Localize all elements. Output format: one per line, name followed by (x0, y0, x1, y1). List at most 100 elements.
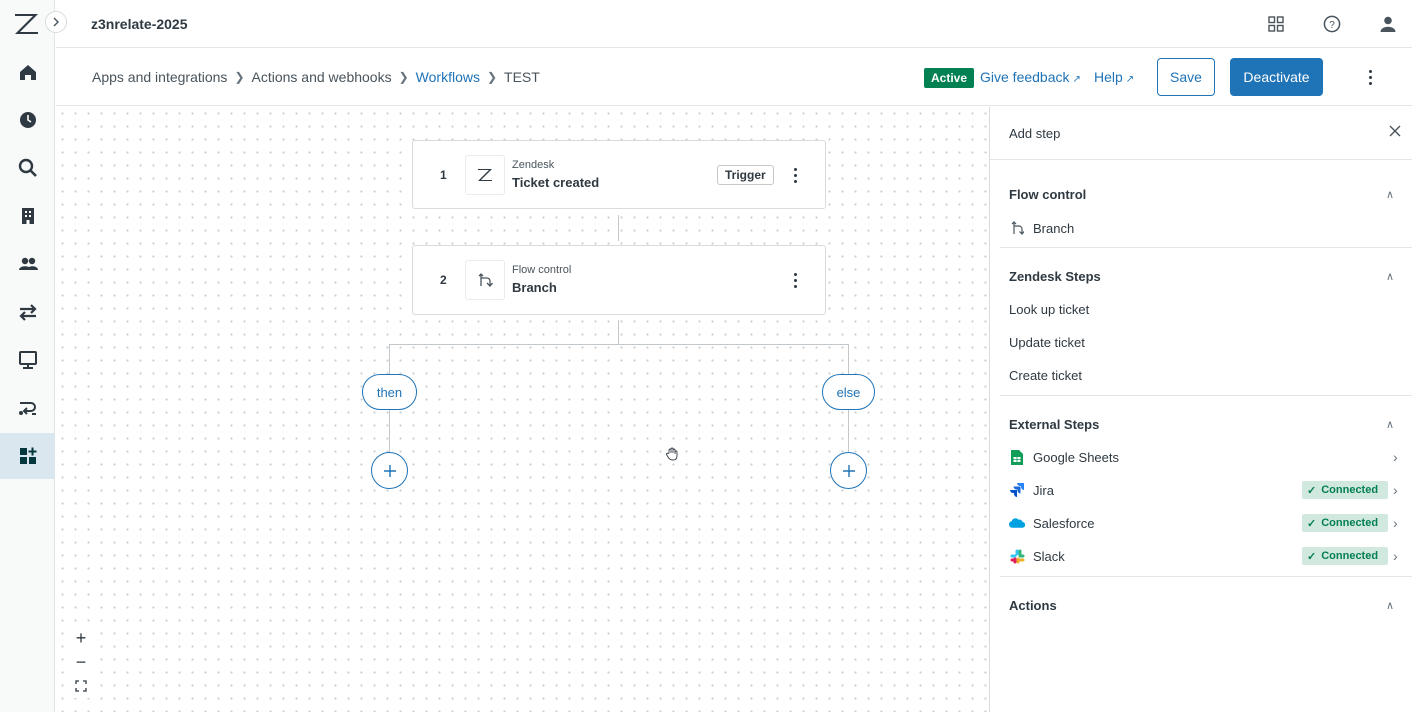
add-step-panel: Add step Flow control ∧ Branch Zendesk S… (989, 107, 1412, 712)
panel-item-label: Salesforce (1033, 515, 1095, 531)
chevron-right-icon[interactable]: › (1393, 449, 1398, 465)
chevron-right-icon: ❯ (398, 70, 409, 84)
chevron-right-icon[interactable]: › (1393, 548, 1398, 564)
nav-apps[interactable] (0, 433, 55, 479)
chevron-right-icon (53, 17, 59, 27)
svg-text:?: ? (1329, 20, 1335, 31)
chevron-up-icon[interactable]: ∧ (1386, 270, 1394, 283)
arrows-swap-icon (18, 304, 37, 321)
jira-icon (1009, 482, 1025, 498)
zoom-in-button[interactable]: + (68, 626, 94, 650)
step-title: Branch (512, 280, 557, 295)
step-subtitle: Zendesk (512, 159, 555, 171)
panel-item-look-up-ticket[interactable]: Look up ticket (1009, 302, 1089, 317)
step-subtitle: Flow control (512, 264, 572, 276)
home-icon (19, 65, 36, 80)
apps-add-icon (19, 447, 36, 464)
section-flow-control[interactable]: Flow control (1009, 187, 1086, 202)
more-options-button[interactable] (1361, 67, 1379, 87)
nav-home[interactable] (0, 49, 55, 95)
step-card-trigger[interactable]: 1 Zendesk Ticket created Trigger (412, 140, 826, 209)
chevron-right-icon[interactable]: › (1393, 515, 1398, 531)
zendesk-icon (465, 155, 505, 195)
workflow-header: Apps and integrations ❯ Actions and webh… (56, 49, 1412, 106)
profile-button[interactable] (1377, 13, 1399, 35)
products-button[interactable] (1265, 13, 1287, 35)
chevron-right-icon: ❯ (234, 70, 245, 84)
close-panel-button[interactable] (1389, 124, 1401, 142)
branch-icon (465, 260, 505, 300)
deactivate-button[interactable]: Deactivate (1230, 58, 1323, 96)
connected-badge: ✓ Connected (1302, 547, 1388, 565)
add-step-then-button[interactable] (371, 452, 408, 489)
connected-badge: ✓ Connected (1302, 481, 1388, 499)
help-link[interactable]: Help ↗ (1094, 69, 1134, 85)
status-badge: Active (924, 68, 975, 88)
step-options-button[interactable] (787, 270, 803, 290)
chevron-right-icon[interactable]: › (1393, 482, 1398, 498)
panel-item-google-sheets[interactable]: Google Sheets (1009, 449, 1119, 465)
save-button[interactable]: Save (1157, 58, 1215, 96)
panel-item-create-ticket[interactable]: Create ticket (1009, 368, 1082, 383)
salesforce-icon (1009, 515, 1025, 531)
chevron-up-icon[interactable]: ∧ (1386, 188, 1394, 201)
plus-icon (842, 464, 855, 477)
breadcrumb-apps-integrations[interactable]: Apps and integrations (92, 69, 227, 85)
nav-routing[interactable] (0, 385, 55, 431)
panel-item-label: Slack (1033, 548, 1065, 564)
search-icon (18, 158, 37, 177)
breadcrumb-workflows[interactable]: Workflows (416, 69, 480, 85)
panel-item-label: Google Sheets (1033, 449, 1120, 465)
left-nav (0, 0, 67, 712)
workflow-canvas[interactable]: 1 Zendesk Ticket created Trigger 2 Flow … (56, 107, 989, 712)
connected-label: Connected (1321, 550, 1379, 562)
nav-workspace[interactable] (0, 337, 55, 383)
step-number: 1 (440, 168, 447, 182)
help-center-button[interactable]: ? (1321, 13, 1343, 35)
add-step-else-button[interactable] (830, 452, 867, 489)
user-icon (1380, 16, 1396, 32)
connector-line (389, 410, 390, 453)
plus-icon (383, 464, 396, 477)
people-icon (18, 257, 38, 270)
branch-then-label[interactable]: then (362, 374, 417, 410)
external-link-icon: ↗ (1072, 74, 1081, 85)
fit-view-button[interactable] (68, 674, 94, 698)
panel-item-update-ticket[interactable]: Update ticket (1009, 335, 1085, 350)
nav-transfers[interactable] (0, 289, 55, 335)
connected-badge: ✓ Connected (1302, 514, 1388, 532)
branch-split-line (389, 344, 849, 345)
branch-else-label[interactable]: else (822, 374, 875, 410)
section-actions[interactable]: Actions (1009, 598, 1057, 613)
panel-item-salesforce[interactable]: Salesforce (1009, 515, 1094, 531)
nav-search[interactable] (0, 145, 55, 191)
collapse-nav-button[interactable] (45, 11, 67, 33)
step-card-branch[interactable]: 2 Flow control Branch (412, 245, 826, 315)
nav-customers[interactable] (0, 241, 55, 287)
chevron-up-icon[interactable]: ∧ (1386, 599, 1394, 612)
chevron-up-icon[interactable]: ∧ (1386, 418, 1394, 431)
check-icon: ✓ (1307, 484, 1317, 497)
step-number: 2 (440, 273, 447, 287)
divider (990, 159, 1412, 160)
account-title: z3nrelate-2025 (91, 16, 188, 32)
breadcrumb-actions-webhooks[interactable]: Actions and webhooks (252, 69, 392, 85)
zendesk-logo-icon[interactable] (14, 12, 40, 36)
google-sheets-icon (1009, 449, 1025, 465)
connector-line (618, 320, 619, 345)
panel-item-branch[interactable]: Branch (1009, 220, 1074, 236)
zoom-out-button[interactable]: − (68, 650, 94, 674)
chevron-right-icon: ❯ (486, 70, 498, 84)
top-bar: z3nrelate-2025 ? (56, 0, 1412, 48)
nav-organizations[interactable] (0, 193, 55, 239)
step-title: Ticket created (512, 175, 600, 190)
step-options-button[interactable] (787, 165, 803, 185)
divider (1000, 247, 1412, 248)
nav-recent[interactable] (0, 97, 55, 143)
give-feedback-link[interactable]: Give feedback ↗ (980, 69, 1081, 85)
hand-cursor-icon (666, 447, 678, 461)
section-external-steps[interactable]: External Steps (1009, 417, 1099, 432)
section-zendesk-steps[interactable]: Zendesk Steps (1009, 269, 1101, 284)
panel-item-slack[interactable]: Slack (1009, 548, 1065, 564)
panel-item-jira[interactable]: Jira (1009, 482, 1054, 498)
